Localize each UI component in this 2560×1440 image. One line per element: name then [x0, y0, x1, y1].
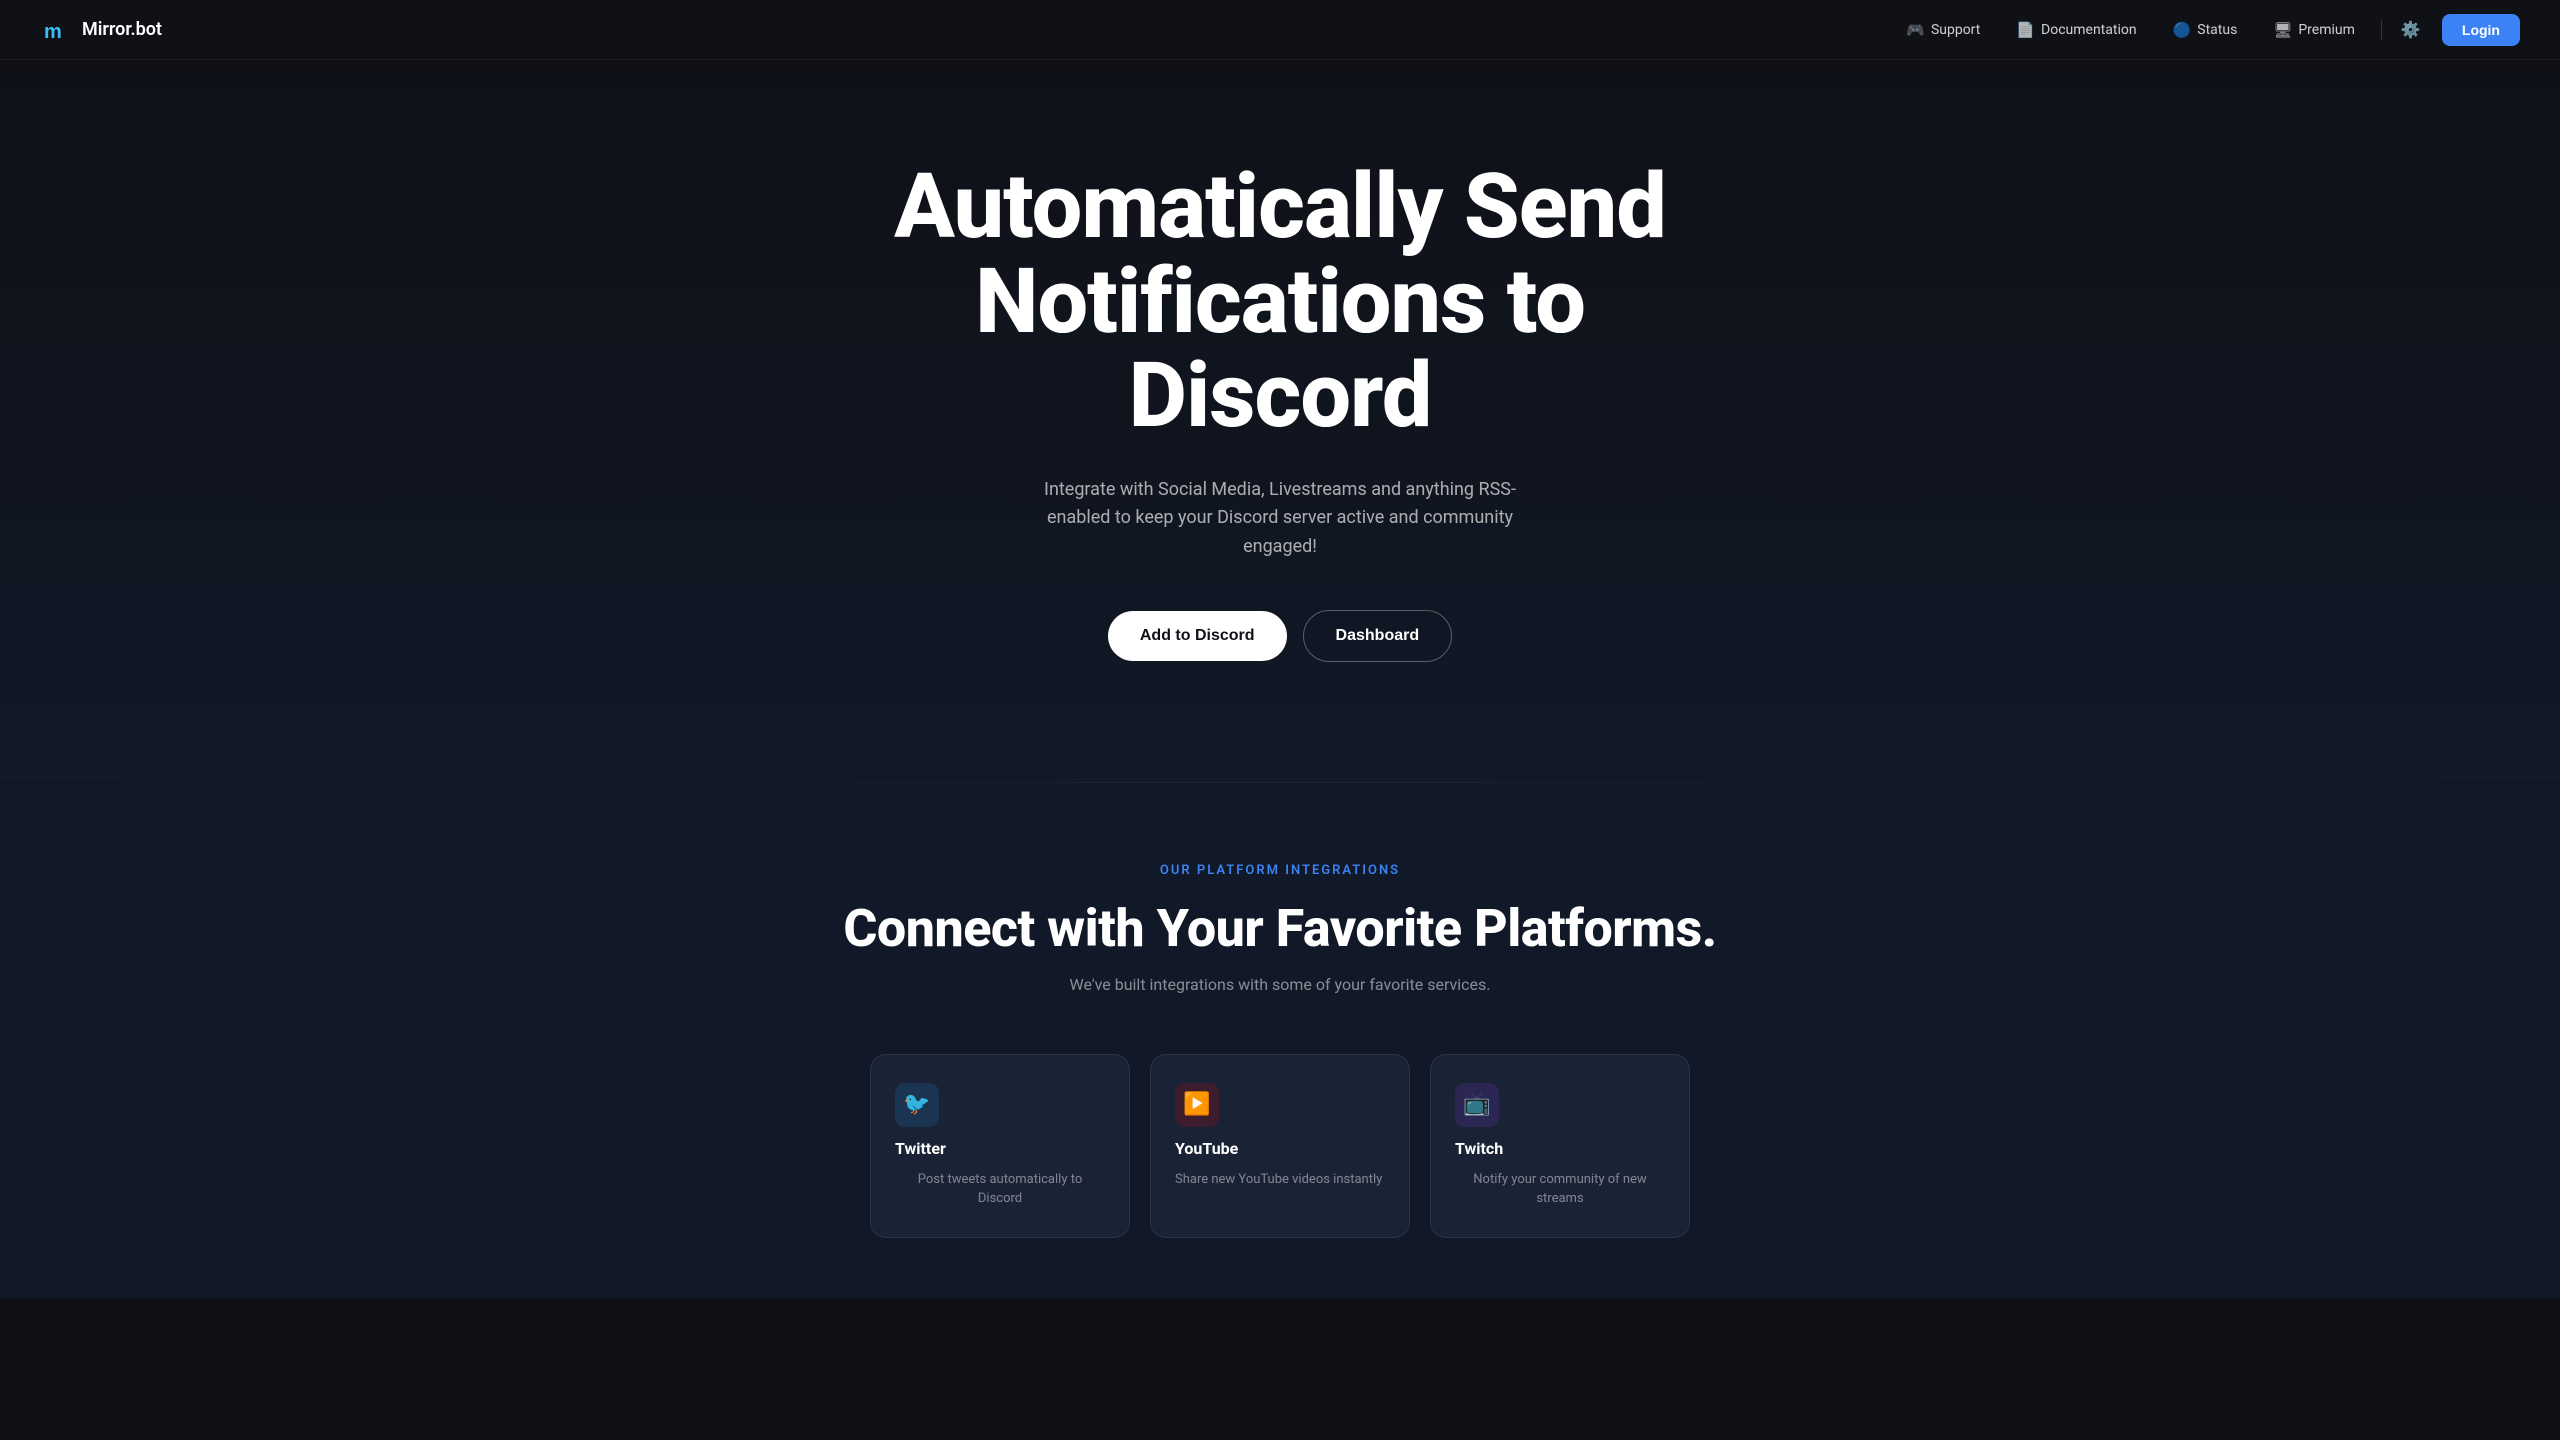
- integration-card-youtube: ▶️ YouTube Share new YouTube videos inst…: [1150, 1054, 1410, 1238]
- integrations-title: Connect with Your Favorite Platforms.: [40, 898, 2520, 959]
- youtube-desc: Share new YouTube videos instantly: [1175, 1170, 1382, 1190]
- nav-support[interactable]: 🎮 Support: [1892, 15, 1994, 45]
- support-icon: 🎮: [1906, 21, 1925, 39]
- svg-text:m: m: [44, 21, 62, 43]
- dashboard-button[interactable]: Dashboard: [1303, 610, 1453, 662]
- hero-buttons: Add to Discord Dashboard: [1108, 610, 1452, 662]
- youtube-name: YouTube: [1175, 1139, 1238, 1158]
- nav-divider: [2381, 20, 2382, 40]
- status-icon: 🔵: [2173, 21, 2192, 39]
- support-label: Support: [1931, 22, 1980, 38]
- documentation-label: Documentation: [2041, 22, 2137, 38]
- premium-label: Premium: [2298, 22, 2355, 38]
- premium-icon: 🖥: [2273, 21, 2292, 39]
- settings-button[interactable]: ⚙️: [2394, 13, 2428, 47]
- documentation-icon: 📄: [2016, 21, 2035, 39]
- twitter-name: Twitter: [895, 1139, 946, 1158]
- logo-text: Mirror.bot: [82, 19, 162, 40]
- login-button[interactable]: Login: [2442, 14, 2520, 46]
- youtube-icon: ▶️: [1175, 1083, 1219, 1127]
- integrations-subtitle: We've built integrations with some of yo…: [40, 975, 2520, 994]
- nav-documentation[interactable]: 📄 Documentation: [2002, 15, 2150, 45]
- nav-status[interactable]: 🔵 Status: [2159, 15, 2252, 45]
- twitter-desc: Post tweets automatically to Discord: [895, 1170, 1105, 1209]
- nav-links: 🎮 Support 📄 Documentation 🔵 Status 🖥 Pre…: [1892, 13, 2520, 47]
- twitch-icon: 📺: [1455, 1083, 1499, 1127]
- integration-card-twitter: 🐦 Twitter Post tweets automatically to D…: [870, 1054, 1130, 1238]
- status-label: Status: [2197, 22, 2237, 38]
- twitter-icon: 🐦: [895, 1083, 939, 1127]
- integration-card-twitch: 📺 Twitch Notify your community of new st…: [1430, 1054, 1690, 1238]
- integrations-row: 🐦 Twitter Post tweets automatically to D…: [40, 1054, 2520, 1238]
- logo-icon: m: [40, 14, 72, 46]
- twitch-desc: Notify your community of new streams: [1455, 1170, 1665, 1209]
- hero-subtitle: Integrate with Social Media, Livestreams…: [1040, 476, 1520, 562]
- logo-link[interactable]: m Mirror.bot: [40, 14, 162, 46]
- integrations-label: OUR PLATFORM INTEGRATIONS: [40, 863, 2520, 878]
- settings-icon: ⚙️: [2401, 20, 2421, 40]
- twitch-name: Twitch: [1455, 1139, 1503, 1158]
- hero-section: Automatically Send Notifications to Disc…: [0, 60, 2560, 782]
- add-to-discord-button[interactable]: Add to Discord: [1108, 611, 1287, 661]
- navbar: m Mirror.bot 🎮 Support 📄 Documentation 🔵…: [0, 0, 2560, 60]
- integrations-section: OUR PLATFORM INTEGRATIONS Connect with Y…: [0, 783, 2560, 1298]
- nav-premium[interactable]: 🖥 Premium: [2259, 15, 2369, 45]
- hero-title: Automatically Send Notifications to Disc…: [880, 160, 1680, 444]
